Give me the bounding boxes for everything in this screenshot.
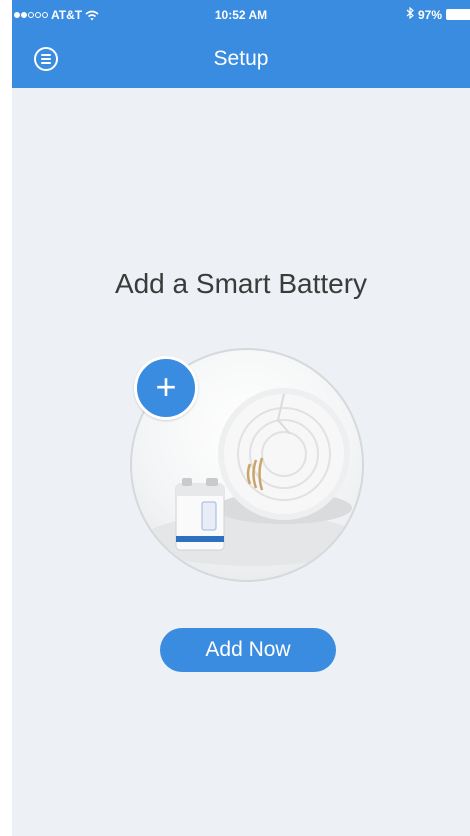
page-title: Setup (213, 47, 269, 70)
top-bar: AT&T 10:52 AM 97% Setup (12, 0, 470, 88)
add-plus-icon[interactable]: + (134, 356, 198, 420)
status-bar: AT&T 10:52 AM 97% (12, 0, 470, 30)
add-battery-heading: Add a Smart Battery (114, 268, 368, 299)
app-screen: AT&T 10:52 AM 97% Setup Add a Smart Batt… (12, 0, 470, 836)
bluetooth-icon (406, 6, 414, 22)
battery-icon (446, 9, 470, 20)
status-time: 10:52 AM (214, 8, 268, 22)
nav-bar: Setup (12, 30, 470, 88)
battery-percent: 97% (417, 7, 442, 22)
add-now-button[interactable]: Add Now (160, 628, 336, 672)
status-right: 97% (406, 6, 470, 22)
